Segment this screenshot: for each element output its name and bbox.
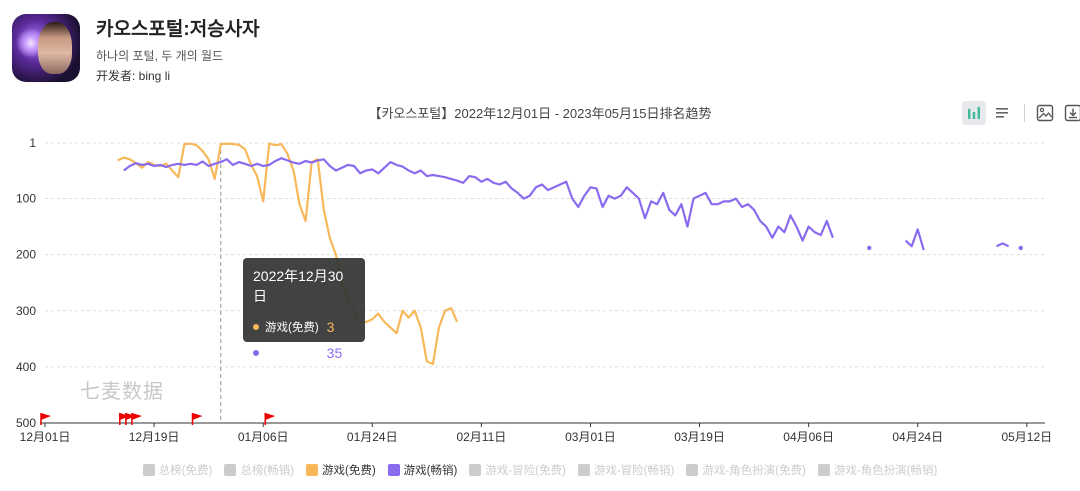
x-tick-label: 02月11日 <box>456 430 506 444</box>
chart-tooltip: 2022年12月30日 游戏(免费) 3 游戏(畅销) 35 <box>243 258 365 361</box>
legend-swatch <box>142 464 155 476</box>
chart-gridlines <box>45 142 1045 368</box>
free-dot-icon <box>253 324 259 330</box>
legend-swatch <box>469 464 482 476</box>
tooltip-series-value: 3 <box>326 319 335 335</box>
x-tick-label: 03月19日 <box>674 430 725 444</box>
tooltip-row-grossing: 游戏(畅销) 35 <box>253 340 355 366</box>
legend-item[interactable]: 总榜(免费) <box>142 462 213 478</box>
flag-shape <box>265 413 276 420</box>
tooltip-series-name: 游戏(畅销) <box>265 348 319 360</box>
chart-legend: 总榜(免费) 总榜(畅销) 游戏(免费) 游戏(畅销) 游戏-冒险(免费) 游戏-冒险(畅… <box>0 462 1080 478</box>
y-tick-label: 200 <box>16 248 36 262</box>
legend-item[interactable]: 游戏-冒险(免费) <box>469 462 566 478</box>
y-tick-label: 100 <box>16 192 36 206</box>
legend-item[interactable]: 游戏-角色扮演(畅销) <box>817 462 938 478</box>
legend-label: 游戏-角色扮演(畅销) <box>833 465 938 477</box>
x-tick-label: 12月01日 <box>20 430 71 444</box>
x-axis: 12月01日 12月19日 01月06日 01月24日 02月11日 03月01日 03月1… <box>20 422 1052 444</box>
watermark: 七麦数据 <box>80 381 164 403</box>
grossing-series-point <box>1018 245 1023 251</box>
legend-swatch <box>817 464 830 476</box>
legend-item[interactable]: 游戏(畅销) <box>387 462 458 478</box>
legend-swatch <box>224 464 237 476</box>
y-tick-label: 300 <box>16 304 36 318</box>
tooltip-row-free: 游戏(免费) 3 <box>253 314 355 340</box>
tooltip-date: 2022年12月30日 <box>253 268 344 304</box>
tooltip-series-value: 35 <box>326 345 343 361</box>
legend-label: 游戏(免费) <box>322 465 376 477</box>
grossing-series-line <box>123 157 834 242</box>
flag-shape <box>41 413 51 420</box>
y-tick-label: 400 <box>16 360 36 374</box>
legend-label: 总榜(畅销) <box>240 465 294 477</box>
x-tick-label: 05月12日 <box>1001 430 1052 444</box>
x-tick-label: 01月06日 <box>238 430 289 444</box>
legend-swatch <box>306 464 318 476</box>
legend-swatch <box>686 464 699 476</box>
x-tick-label: 12月19日 <box>129 430 180 444</box>
tooltip-series-name: 游戏(免费) <box>265 322 319 334</box>
y-tick-label: 1 <box>29 136 36 150</box>
legend-swatch <box>577 464 590 476</box>
flag-shape <box>192 413 203 420</box>
x-tick-label: 04月06日 <box>783 430 834 444</box>
legend-label: 游戏(畅销) <box>403 465 458 477</box>
grossing-series-point <box>867 245 872 251</box>
legend-item[interactable]: 游戏(免费) <box>306 462 376 478</box>
x-tick-label: 04月24日 <box>892 430 943 444</box>
legend-swatch <box>387 464 400 476</box>
grossing-series-line <box>996 242 1010 248</box>
grossing-series-line <box>904 228 925 251</box>
y-tick-label: 500 <box>16 416 36 430</box>
x-tick-label: 01月24日 <box>347 430 398 444</box>
grossing-dot-icon <box>253 350 259 356</box>
legend-label: 游戏-角色扮演(免费) <box>702 465 806 477</box>
legend-label: 总榜(免费) <box>158 465 213 477</box>
x-tick-label: 03月01日 <box>565 430 616 444</box>
rank-trend-chart[interactable]: 1 100 200 300 400 500 12月01日 12月19日 01月06日 01月24… <box>0 0 1080 491</box>
legend-item[interactable]: 总榜(畅销) <box>224 462 294 478</box>
legend-label: 游戏-冒险(畅销) <box>593 465 675 477</box>
legend-label: 游戏-冒险(免费) <box>485 465 566 477</box>
legend-item[interactable]: 游戏-冒险(畅销) <box>577 462 675 478</box>
legend-item[interactable]: 游戏-角色扮演(免费) <box>686 462 806 478</box>
flag-shape <box>131 413 142 420</box>
y-axis-ticks: 1 100 200 300 400 500 <box>16 136 36 430</box>
